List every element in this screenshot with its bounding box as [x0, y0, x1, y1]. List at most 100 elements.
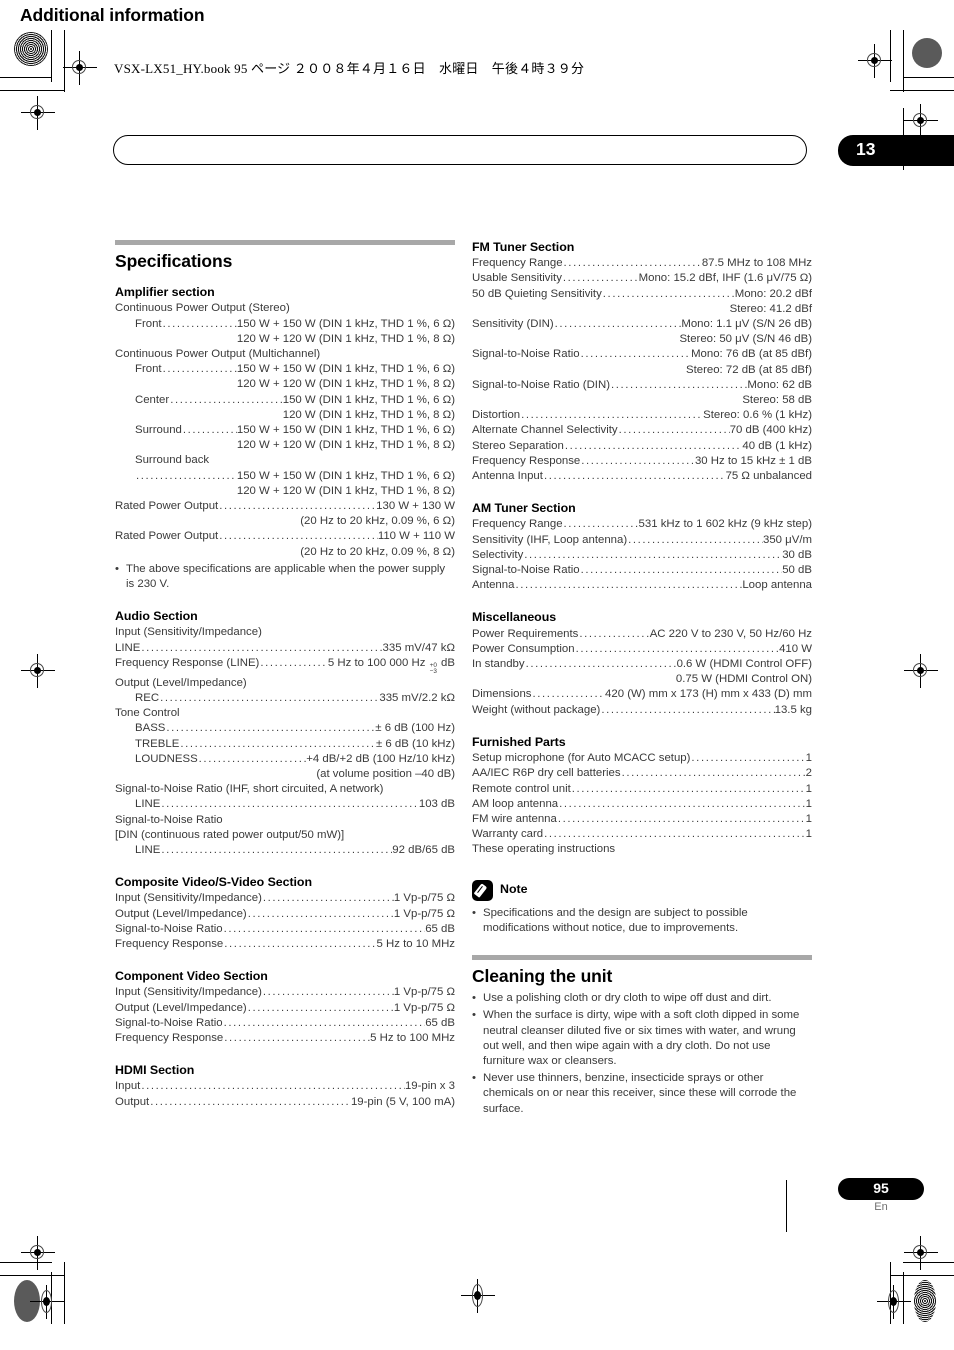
spec-label: TREBLE — [135, 737, 180, 750]
audio-heading: Audio Section — [115, 609, 198, 624]
spec-label: Input (Sensitivity/Impedance) — [115, 892, 262, 905]
dot-leader: ........................................… — [580, 348, 691, 361]
spec-value: Loop antenna — [742, 579, 812, 592]
spec-label: Usable Sensitivity — [472, 272, 562, 285]
spec-value: 1 — [805, 797, 812, 810]
density-patch — [14, 1280, 40, 1322]
spec-value: 335 mV/2.2 kΩ — [379, 691, 455, 704]
spec-label: Signal-to-Noise Ratio (DIN) — [472, 378, 610, 391]
spec-value: Mono: 62 dB — [747, 378, 812, 391]
bullet-text: Specifications and the design are subjec… — [483, 906, 748, 934]
crop-mark — [890, 30, 891, 82]
fm-lines: Frequency Range.........................… — [472, 256, 812, 484]
spec-row: Setup microphone (for Auto MCACC setup).… — [472, 751, 812, 766]
density-patch — [914, 1280, 936, 1322]
dot-leader: ........................................… — [525, 658, 677, 671]
density-patch — [14, 32, 48, 66]
spec-label: Output — [115, 1095, 150, 1108]
spec-value: Mono: 76 dB (at 85 dBf) — [691, 348, 812, 361]
spec-row: AM loop antenna.........................… — [472, 797, 812, 812]
spec-continuation: Stereo: 50 μV (S/N 46 dB) — [679, 333, 812, 346]
spec-label: Frequency Response — [472, 454, 581, 467]
spec-label: Sensitivity (IHF, Loop antenna) — [472, 533, 628, 546]
dot-leader: ........................................… — [563, 257, 702, 270]
spec-label: Signal-to-Noise Ratio — [472, 564, 580, 577]
spec-value: 65 dB — [425, 922, 455, 935]
spec-subheading: Surround back — [135, 454, 210, 467]
dot-leader: ........................................… — [611, 378, 747, 391]
spec-row: Power Consumption.......................… — [472, 642, 812, 657]
spec-continuation: Stereo: 58 dB — [742, 394, 812, 407]
spec-subheading: [DIN (continuous rated power output/50 m… — [115, 828, 345, 841]
spec-row: Frequency Response (LINE)...............… — [115, 656, 455, 676]
spec-label: Input (Sensitivity/Impedance) — [115, 986, 262, 999]
spec-row: Alternate Channel Selectivity...........… — [472, 423, 812, 438]
spec-label: Weight (without package) — [472, 703, 601, 716]
spec-value: 30 dB — [782, 548, 812, 561]
spec-value: 103 dB — [418, 798, 455, 811]
dot-leader: ........................................… — [141, 641, 382, 654]
spec-value: 531 kHz to 1 602 kHz (9 kHz step) — [638, 518, 812, 531]
dot-leader: ........................................… — [198, 752, 307, 765]
spec-value: 350 μV/m — [763, 533, 812, 546]
bullet-marker: • — [472, 906, 476, 919]
spec-value: 5 Hz to 100 000 Hz +0 −3 dB — [327, 656, 455, 676]
spec-row: AA/IEC R6P dry cell batteries...........… — [472, 766, 812, 781]
spec-row: Signal-to-Noise Ratio...................… — [115, 922, 455, 937]
spec-row: Input...................................… — [115, 1079, 455, 1094]
dot-leader: ........................................… — [224, 937, 377, 950]
crop-mark — [0, 1275, 65, 1276]
spec-label: Power Consumption — [472, 642, 575, 655]
dot-leader: ........................................… — [223, 1016, 426, 1029]
registration-mark — [21, 96, 55, 130]
bullet-marker: • — [115, 562, 119, 575]
spec-label: AM loop antenna — [472, 797, 559, 810]
crop-mark — [0, 90, 65, 91]
dot-leader: ........................................… — [601, 703, 774, 716]
spec-value: 65 dB — [425, 1016, 455, 1029]
dot-leader: ........................................… — [247, 907, 394, 920]
composite-heading: Composite Video/S-Video Section — [115, 875, 312, 890]
dot-leader: ........................................… — [262, 986, 394, 999]
dot-leader: ........................................… — [532, 688, 606, 701]
spec-row: Selectivity.............................… — [472, 548, 812, 563]
crop-mark — [64, 30, 65, 92]
spec-row: Antenna.................................… — [472, 578, 812, 593]
left-column: Specifications Amplifier section Continu… — [115, 240, 455, 1110]
cleaning-bullets: • Use a polishing cloth or dry cloth to w… — [472, 991, 812, 1117]
spec-label: LINE — [115, 641, 141, 654]
spec-value: 335 mV/47 kΩ — [382, 641, 455, 654]
furnished-heading: Furnished Parts — [472, 734, 566, 749]
note-header: Note — [472, 879, 812, 901]
spec-continuation: Stereo: 72 dB (at 85 dBf) — [685, 363, 812, 376]
dot-leader: ........................................… — [161, 798, 419, 811]
registration-mark — [63, 51, 97, 85]
spec-label: Frequency Response — [115, 937, 224, 950]
spec-subheading: Input (Sensitivity/Impedance) — [115, 626, 262, 639]
crop-mark — [0, 1262, 52, 1263]
spec-value: ± 6 dB (10 kHz) — [375, 737, 455, 750]
crop-mark — [51, 1272, 52, 1324]
spec-label: In standby — [472, 658, 525, 671]
crop-mark — [0, 77, 52, 78]
dot-leader: ........................................… — [219, 530, 378, 543]
dot-leader: ........................................… — [521, 409, 703, 422]
registration-mark — [877, 1285, 911, 1319]
spec-value: AC 220 V to 230 V, 50 Hz/60 Hz — [649, 627, 812, 640]
spec-value: 40 dB (1 kHz) — [742, 439, 812, 452]
spec-label: Rated Power Output — [115, 530, 219, 543]
am-heading: AM Tuner Section — [472, 501, 576, 516]
dot-leader: ........................................… — [141, 1080, 405, 1093]
list-item: • Use a polishing cloth or dry cloth to w… — [472, 991, 812, 1006]
spec-row: Sensitivity (IHF, Loop antenna).........… — [472, 533, 812, 548]
spec-value: 19-pin (5 V, 100 mA) — [350, 1095, 455, 1108]
bullet-text: Use a polishing cloth or dry cloth to wi… — [483, 992, 772, 1005]
spec-label: Antenna Input — [472, 470, 543, 483]
dot-leader: ........................................… — [180, 737, 376, 750]
spec-value: 87.5 MHz to 108 MHz — [701, 257, 812, 270]
spec-label: Signal-to-Noise Ratio — [115, 1016, 223, 1029]
spec-row: Signal-to-Noise Ratio...................… — [472, 347, 812, 362]
spec-label: Center — [135, 393, 170, 406]
cleaning-heading: Cleaning the unit — [472, 965, 613, 986]
spec-subheading: Continuous Power Output (Stereo) — [115, 302, 290, 315]
